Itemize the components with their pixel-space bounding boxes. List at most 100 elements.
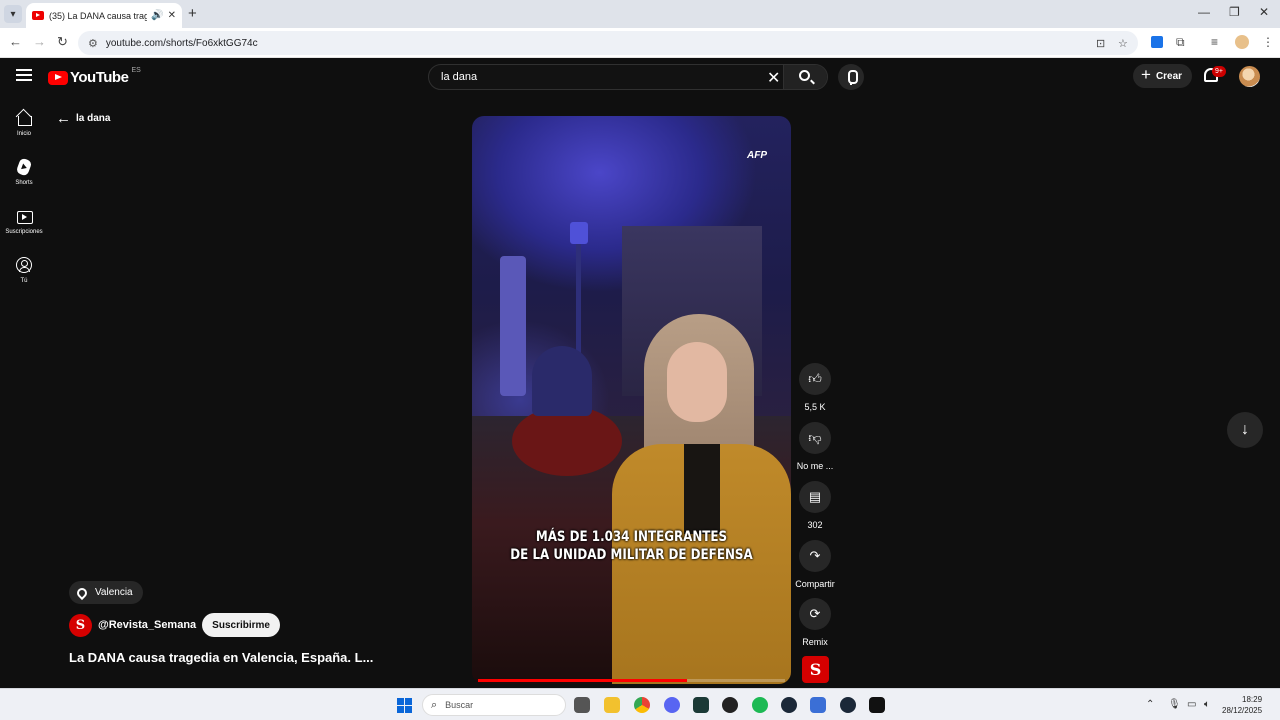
address-bar[interactable]: ⚙ youtube.com/shorts/Fo6xktGG74c ⊡ ☆ — [78, 31, 1138, 55]
clear-search-icon[interactable]: ✕ — [767, 68, 780, 88]
back-to-search[interactable]: ← la dana — [56, 110, 110, 127]
hamburger-menu-icon[interactable] — [16, 69, 32, 81]
terminal-icon[interactable] — [693, 697, 709, 713]
lamp-post — [576, 244, 581, 364]
sidebar-item-shorts[interactable]: Shorts — [0, 157, 48, 186]
home-icon — [16, 110, 32, 126]
subscriptions-icon — [16, 208, 33, 224]
arrow-left-icon: ← — [56, 110, 71, 127]
account-avatar[interactable] — [1239, 66, 1260, 87]
extensions-puzzle-icon[interactable]: ⧉ — [1176, 35, 1185, 50]
channel-logo-button[interactable]: S — [802, 656, 829, 683]
sidebar-item-inicio[interactable]: Inicio — [0, 110, 48, 137]
install-app-icon[interactable]: ⊡ — [1096, 37, 1105, 50]
back-icon[interactable]: ← — [9, 34, 22, 49]
thumbs-down-icon: 👎︎ — [799, 422, 831, 454]
notifications-badge: 9+ — [1212, 66, 1226, 77]
browser-menu-icon[interactable]: ⋮ — [1262, 35, 1274, 49]
microphone-icon[interactable]: 🎙︎ — [1168, 699, 1181, 710]
country-code: ES — [131, 67, 141, 74]
rescue-boat — [512, 406, 622, 476]
clock[interactable]: 18:29 28/12/2025 — [1222, 694, 1262, 716]
tree-trunk — [500, 256, 526, 396]
plus-icon: + — [1141, 65, 1151, 84]
remix-label: Remix — [802, 637, 828, 647]
remix-button[interactable]: ⟳ Remix — [793, 598, 837, 647]
forward-icon[interactable]: → — [33, 34, 46, 49]
clock-date: 28/12/2025 — [1222, 706, 1263, 715]
bookmark-star-icon[interactable]: ☆ — [1118, 37, 1128, 50]
close-window-button[interactable]: ✕ — [1259, 5, 1269, 19]
extension-icon[interactable] — [1151, 36, 1163, 48]
voice-search-button[interactable] — [838, 64, 864, 90]
comment-icon: ▤ — [799, 481, 831, 513]
steam-icon[interactable] — [840, 697, 856, 713]
chrome-icon[interactable] — [634, 697, 650, 713]
close-tab-icon[interactable]: ✕ — [168, 10, 176, 21]
presenter-face — [667, 342, 727, 422]
comments-button[interactable]: ▤ 302 — [793, 481, 837, 530]
app-icon[interactable] — [810, 697, 826, 713]
shorts-video-player[interactable]: AFP MÁS DE 1.034 INTEGRANTES DE LA UNIDA… — [472, 116, 791, 684]
network-icon[interactable]: ▭ — [1187, 699, 1196, 710]
search-button[interactable] — [783, 65, 827, 89]
volume-icon[interactable]: 🔈︎ — [1204, 699, 1210, 710]
task-view-icon[interactable] — [574, 697, 590, 713]
create-label: Crear — [1155, 70, 1183, 82]
rescuer-figure — [532, 346, 592, 416]
reload-icon[interactable]: ↻ — [57, 34, 68, 50]
windows-start-icon[interactable] — [397, 698, 412, 713]
sidebar-item-label: Suscripciones — [5, 229, 43, 235]
shorts-icon — [15, 157, 33, 177]
presenter — [612, 314, 791, 684]
create-button[interactable]: + Crear — [1133, 64, 1192, 88]
media-controls-icon[interactable]: ≡ — [1211, 35, 1218, 49]
search-input[interactable]: la dana — [441, 71, 477, 83]
sidebar-item-label: Tú — [20, 278, 28, 284]
tray-chevron-icon[interactable]: ⌃ — [1146, 699, 1154, 710]
browser-tab[interactable]: (35) La DANA causa traged 🔊 ✕ — [26, 3, 182, 28]
afp-watermark: AFP — [747, 150, 767, 161]
channel-handle[interactable]: @Revista_Semana — [98, 619, 196, 631]
app-icon[interactable] — [869, 697, 885, 713]
subscribe-button[interactable]: Suscribirme — [202, 613, 280, 637]
location-chip[interactable]: Valencia — [69, 581, 143, 604]
site-info-icon[interactable]: ⚙ — [88, 37, 98, 50]
discord-icon[interactable] — [664, 697, 680, 713]
remix-icon: ⟳ — [799, 598, 831, 630]
share-button[interactable]: ↷ Compartir — [793, 540, 837, 589]
tab-title: (35) La DANA causa traged — [49, 10, 148, 21]
speaker-icon[interactable]: 🔊 — [151, 10, 163, 21]
location-pin-icon — [74, 585, 90, 600]
like-count: 5,5 K — [804, 402, 826, 412]
channel-row: S @Revista_Semana Suscribirme — [69, 613, 280, 637]
file-explorer-icon[interactable] — [604, 697, 620, 713]
app-icon[interactable] — [722, 697, 738, 713]
caption-line-1: MÁS DE 1.034 INTEGRANTES — [535, 529, 728, 545]
channel-avatar-initial: S — [75, 617, 86, 633]
minimize-button[interactable]: — — [1198, 5, 1210, 19]
taskbar-search[interactable]: ⌕ Buscar — [422, 694, 566, 716]
new-tab-button[interactable]: + — [188, 5, 197, 22]
dislike-label: No me ... — [796, 461, 834, 471]
caption-line-2: DE LA UNIDAD MILITAR DE DEFENSA — [510, 547, 753, 563]
youtube-header: YouTube ES la dana ✕ — [0, 58, 1280, 98]
dislike-button[interactable]: 👎︎ No me ... — [793, 422, 837, 471]
sidebar-item-you[interactable]: Tú — [0, 257, 48, 284]
spotify-icon[interactable] — [752, 697, 768, 713]
next-video-button[interactable]: ↓ — [1227, 412, 1263, 448]
tab-search-button[interactable]: ▾ — [4, 5, 22, 23]
street-lamp — [570, 222, 588, 244]
restore-button[interactable]: ❐ — [1229, 5, 1240, 19]
steam-icon[interactable] — [781, 697, 797, 713]
video-title[interactable]: La DANA causa tragedia en Valencia, Espa… — [69, 650, 373, 665]
sidebar-item-subscriptions[interactable]: Suscripciones — [0, 208, 48, 235]
video-progress-bar[interactable] — [478, 679, 785, 682]
browser-profile-avatar[interactable] — [1235, 35, 1249, 49]
taskbar-search-placeholder: Buscar — [445, 700, 474, 710]
like-button[interactable]: 👍︎ 5,5 K — [793, 363, 837, 412]
search-icon: ⌕ — [431, 698, 438, 711]
video-progress-fill — [478, 679, 687, 682]
youtube-logo[interactable]: YouTube ES — [48, 67, 141, 86]
channel-avatar[interactable]: S — [69, 613, 92, 637]
